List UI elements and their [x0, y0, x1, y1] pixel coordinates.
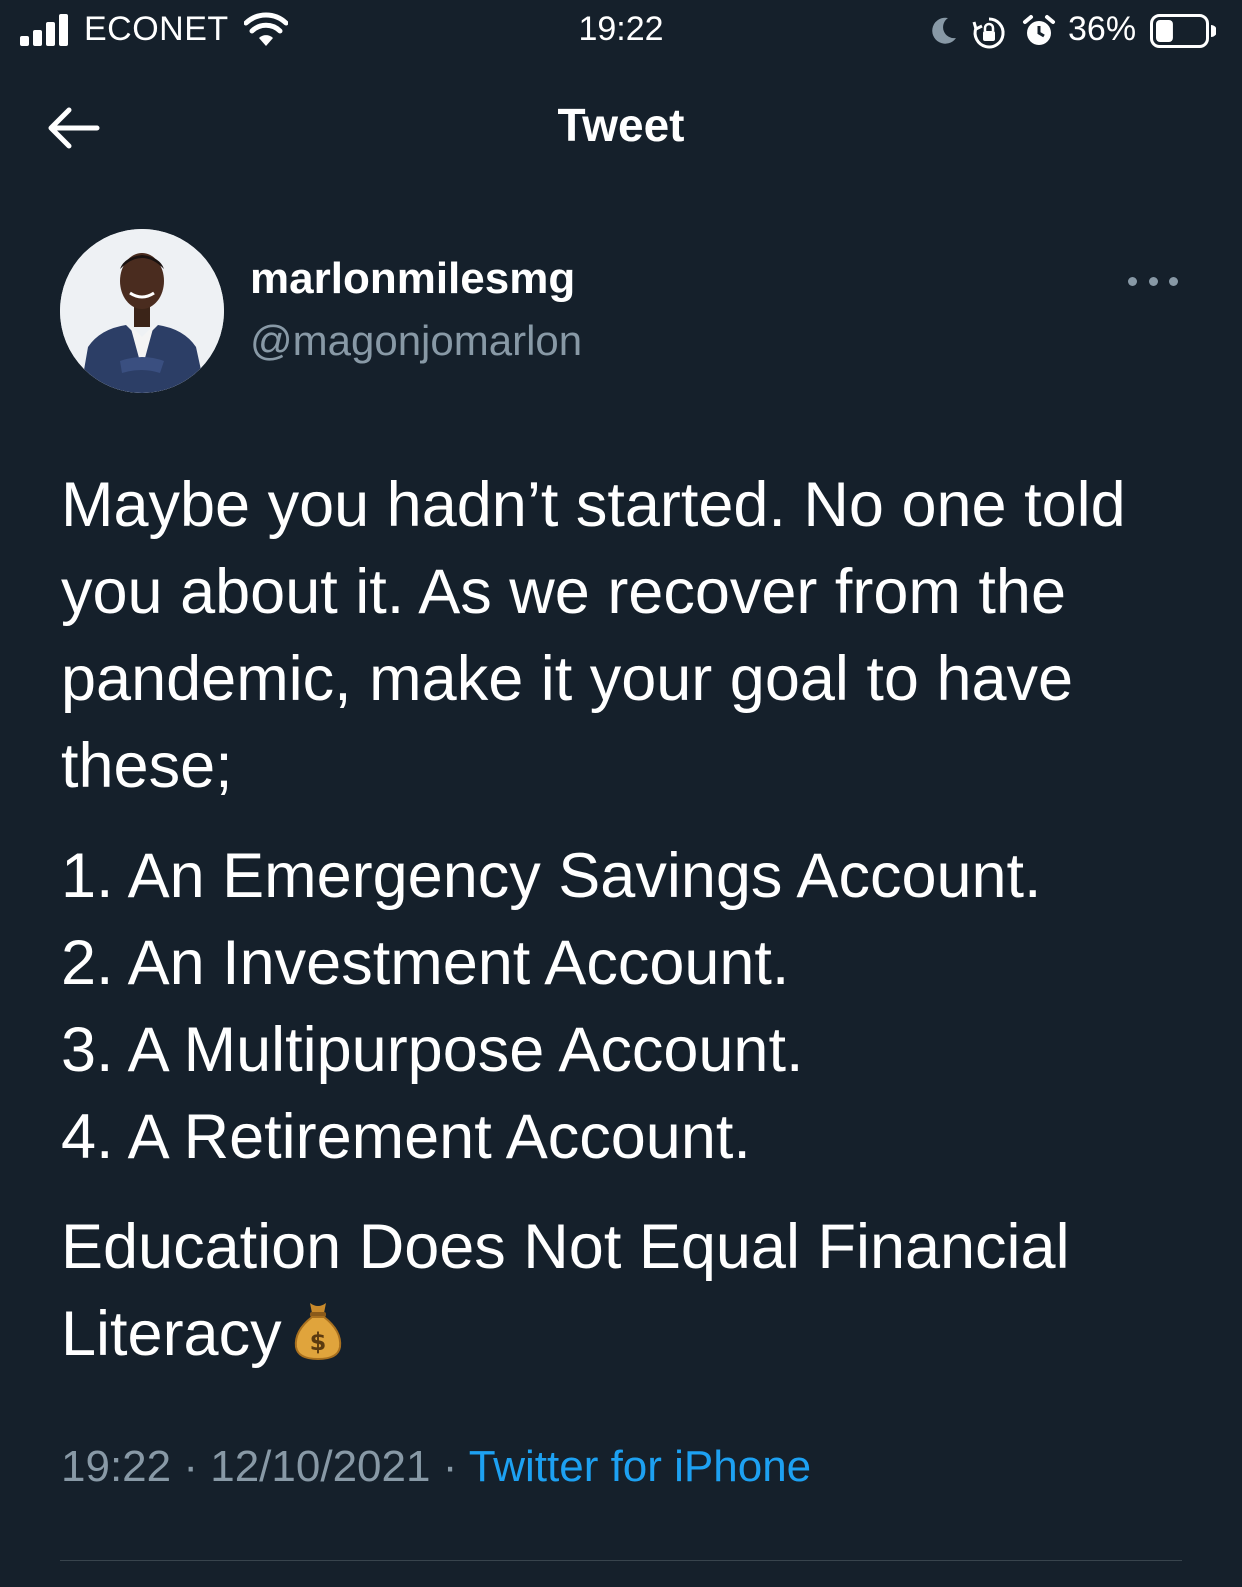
more-dots-icon [1169, 276, 1178, 286]
nav-bar: Tweet [0, 64, 1242, 190]
page-title: Tweet [557, 99, 685, 151]
list-item: 4. A Retirement Account. [61, 1102, 751, 1172]
more-dots-icon [1148, 276, 1158, 286]
battery-percent: 36% [1068, 10, 1137, 48]
user-handle[interactable]: @magonjomarlon [250, 317, 582, 365]
avatar[interactable] [60, 229, 224, 393]
more-dots-icon [1128, 276, 1137, 286]
tweet-time: 19:22 [61, 1442, 172, 1491]
tweet-intro: Maybe you hadn’t started. No one told yo… [61, 470, 1126, 801]
status-bar: ECONET 19:22 36% [0, 0, 1242, 64]
svg-text:$: $ [309, 1328, 326, 1356]
tweet-source-link[interactable]: Twitter for iPhone [469, 1442, 811, 1491]
divider [60, 1560, 1182, 1561]
profile-photo [60, 229, 224, 393]
meta-separator: · [442, 1442, 458, 1491]
tweet-closing-text: Education Does Not Equal Financial Liter… [61, 1212, 1070, 1369]
display-name[interactable]: marlonmilesmg [250, 254, 575, 304]
tweet-text: Maybe you hadn’t started. No one told yo… [61, 462, 1191, 1378]
more-options-button[interactable] [1128, 266, 1178, 296]
orientation-lock-icon [972, 17, 1005, 49]
list-item: 2. An Investment Account. [61, 928, 790, 998]
meta-separator: · [183, 1442, 198, 1491]
battery-icon [1150, 14, 1216, 48]
tweet-meta: 19:22 · 12/10/2021 · Twitter for iPhone [61, 1442, 811, 1492]
tweet-closing: Education Does Not Equal Financial Liter… [61, 1204, 1191, 1378]
alarm-icon [1023, 15, 1055, 45]
moon-icon [932, 17, 956, 44]
list-item: 3. A Multipurpose Account. [61, 1015, 804, 1085]
tweet-date: 12/10/2021 [210, 1442, 431, 1491]
money-bag-icon: $ [294, 1303, 341, 1361]
list-item: 1. An Emergency Savings Account. [61, 841, 1042, 911]
